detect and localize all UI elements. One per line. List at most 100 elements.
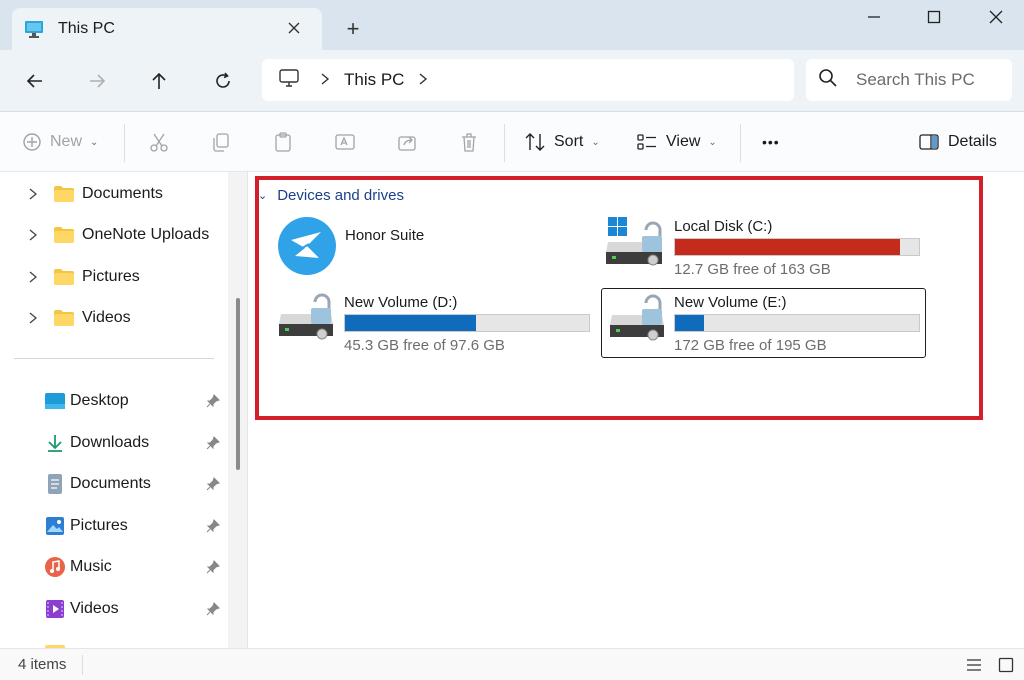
sidebar-item-label: Music	[70, 558, 112, 575]
sidebar-divider	[14, 358, 214, 359]
list-view-icon	[967, 659, 981, 671]
desktop-icon	[44, 390, 66, 412]
search-icon	[818, 68, 838, 92]
sidebar-scrollbar[interactable]	[228, 172, 248, 648]
sort-label: Sort	[554, 133, 584, 150]
sidebar-item-pictures-quick[interactable]: Pictures	[0, 509, 228, 543]
sidebar-item-label: Pictures	[82, 268, 140, 285]
sidebar-item-label: Downloads	[70, 434, 150, 451]
sidebar-item-pictures[interactable]: Pictures	[0, 260, 228, 294]
folder-icon	[54, 186, 74, 202]
new-tab-button[interactable]: +	[340, 16, 366, 42]
search-input[interactable]: Search This PC	[806, 59, 1012, 101]
pin-icon[interactable]	[206, 519, 220, 533]
sidebar-item-label: Documents	[70, 475, 151, 492]
navigation-bar: This PC Search This PC	[0, 50, 1024, 112]
delete-button[interactable]	[458, 128, 480, 156]
pin-icon[interactable]	[206, 394, 220, 408]
tab-this-pc[interactable]: This PC	[12, 8, 322, 50]
refresh-icon	[216, 72, 230, 88]
new-button[interactable]: New ⌄	[22, 128, 98, 156]
details-view-button[interactable]	[964, 655, 984, 675]
rename-icon	[335, 134, 355, 150]
status-bar: 4 items	[0, 648, 1024, 680]
more-options-button[interactable]: •••	[762, 128, 780, 156]
minimize-button[interactable]	[854, 4, 894, 30]
sidebar-item-label: Videos	[82, 309, 131, 326]
sidebar-item-label: Desktop	[70, 392, 129, 409]
sort-button[interactable]: Sort ⌄	[524, 128, 600, 156]
arrow-left-icon	[26, 74, 42, 88]
sidebar-item-documents-quick[interactable]: Documents	[0, 467, 228, 501]
copy-button[interactable]	[210, 128, 232, 156]
sidebar-item-partial[interactable]	[0, 634, 228, 648]
close-window-button[interactable]	[976, 4, 1016, 30]
command-bar: New ⌄ Sort ⌄ View ⌄ ••• Details	[0, 112, 1024, 172]
highlight-annotation-box	[255, 176, 983, 420]
sidebar-item-documents[interactable]: Documents	[0, 177, 228, 211]
chevron-right-icon[interactable]	[26, 270, 40, 284]
clipboard-icon	[275, 132, 291, 152]
forward-button[interactable]	[80, 64, 114, 98]
maximize-button[interactable]	[914, 4, 954, 30]
tiles-view-button[interactable]	[996, 655, 1016, 675]
sidebar-item-desktop[interactable]: Desktop	[0, 384, 228, 418]
more-icon: •••	[762, 134, 780, 150]
new-label: New	[50, 133, 83, 150]
chevron-right-icon[interactable]	[26, 311, 40, 325]
sidebar-item-videos[interactable]: Videos	[0, 301, 228, 335]
title-bar: This PC +	[0, 0, 1024, 50]
paste-button[interactable]	[272, 128, 294, 156]
command-separator	[740, 124, 741, 162]
tab-title: This PC	[58, 20, 115, 37]
details-button[interactable]: Details	[918, 128, 997, 156]
up-button[interactable]	[142, 64, 176, 98]
address-bar[interactable]: This PC	[262, 59, 794, 101]
breadcrumb-this-pc[interactable]: This PC	[344, 70, 404, 90]
view-button[interactable]: View ⌄	[636, 128, 717, 156]
search-placeholder: Search This PC	[856, 70, 975, 89]
sidebar-item-downloads[interactable]: Downloads	[0, 426, 228, 460]
pin-icon[interactable]	[206, 602, 220, 616]
view-list-icon	[637, 134, 656, 150]
back-button[interactable]	[18, 64, 52, 98]
plus-icon: +	[346, 16, 360, 41]
sidebar-item-label: Pictures	[70, 517, 128, 534]
copy-icon	[213, 133, 229, 152]
view-label: View	[666, 133, 701, 150]
rename-button[interactable]	[334, 128, 356, 156]
music-icon	[44, 556, 66, 578]
pin-icon[interactable]	[206, 560, 220, 574]
monitor-icon	[24, 19, 44, 39]
cut-button[interactable]	[148, 128, 170, 156]
pin-icon[interactable]	[206, 477, 220, 491]
share-button[interactable]	[396, 128, 418, 156]
close-icon	[989, 10, 1003, 24]
downloads-icon	[44, 432, 66, 454]
sidebar-item-label: Documents	[82, 185, 163, 202]
sidebar-item-videos-quick[interactable]: Videos	[0, 592, 228, 626]
refresh-button[interactable]	[206, 64, 240, 98]
chevron-right-icon[interactable]	[26, 228, 40, 242]
details-label: Details	[948, 133, 997, 150]
chevron-right-icon[interactable]	[26, 187, 40, 201]
sidebar-item-onenote-uploads[interactable]: OneNote Uploads	[0, 218, 228, 252]
computer-icon	[278, 68, 300, 92]
sidebar-item-music[interactable]: Music	[0, 550, 228, 584]
videos-icon	[44, 598, 66, 620]
pin-icon[interactable]	[206, 436, 220, 450]
navigation-pane: Documents OneNote Uploads Pictures Video…	[0, 172, 228, 648]
scrollbar-thumb[interactable]	[236, 298, 240, 470]
tiles-view-icon	[998, 657, 1014, 673]
breadcrumb-chevron-icon[interactable]	[320, 72, 330, 89]
status-separator	[82, 655, 83, 675]
tab-close-icon[interactable]	[284, 18, 304, 38]
folder-icon	[54, 310, 74, 326]
item-count: 4 items	[18, 656, 67, 673]
breadcrumb-chevron-icon[interactable]	[418, 72, 428, 89]
maximize-icon	[927, 10, 941, 24]
sidebar-item-label: Videos	[70, 600, 119, 617]
command-separator	[124, 124, 125, 162]
folder-icon	[44, 640, 66, 648]
chevron-down-icon: ⌄	[90, 136, 99, 148]
